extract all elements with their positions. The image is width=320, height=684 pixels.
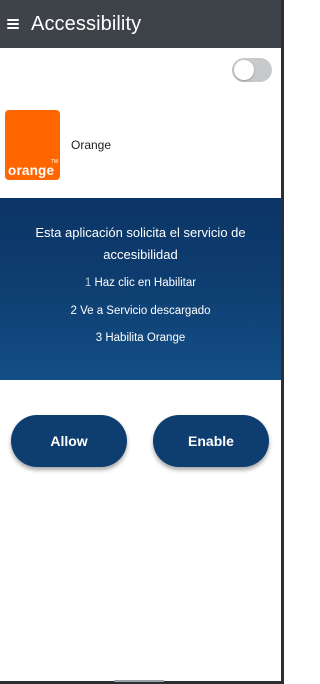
enable-button[interactable]: Enable xyxy=(153,415,269,467)
step-1-text: Haz clic en Habilitar xyxy=(94,277,197,289)
banner-message: Esta aplicación solicita el servicio de … xyxy=(35,225,246,262)
orange-logo: TM orange xyxy=(5,110,60,180)
hamburger-menu-icon[interactable] xyxy=(7,19,19,29)
step-2-number: 2 xyxy=(70,305,77,317)
toggle-knob xyxy=(234,60,254,80)
home-indicator xyxy=(114,680,164,682)
step-2: 2 Ve a Servicio descargado xyxy=(0,305,281,317)
step-2-text: Ve a Servicio descargado xyxy=(80,305,211,317)
step-1-number: 1 xyxy=(84,277,92,289)
accessibility-toggle[interactable] xyxy=(232,58,272,82)
step-3-number: 3 xyxy=(95,332,103,344)
step-1: 1 Haz clic en Habilitar xyxy=(0,277,281,289)
app-name-label: Orange xyxy=(71,138,112,152)
step-3: 3 Habilita Orange xyxy=(0,332,281,344)
app-screen: Accessibility TM orange Orange Esta apli… xyxy=(0,0,284,684)
top-app-bar: Accessibility xyxy=(0,0,281,48)
instructions-banner: Esta aplicación solicita el servicio de … xyxy=(0,198,281,380)
logo-wordmark: orange xyxy=(8,163,55,178)
allow-button[interactable]: Allow xyxy=(11,415,127,467)
step-3-text: Habilita Orange xyxy=(105,332,186,344)
page-title: Accessibility xyxy=(31,12,142,35)
